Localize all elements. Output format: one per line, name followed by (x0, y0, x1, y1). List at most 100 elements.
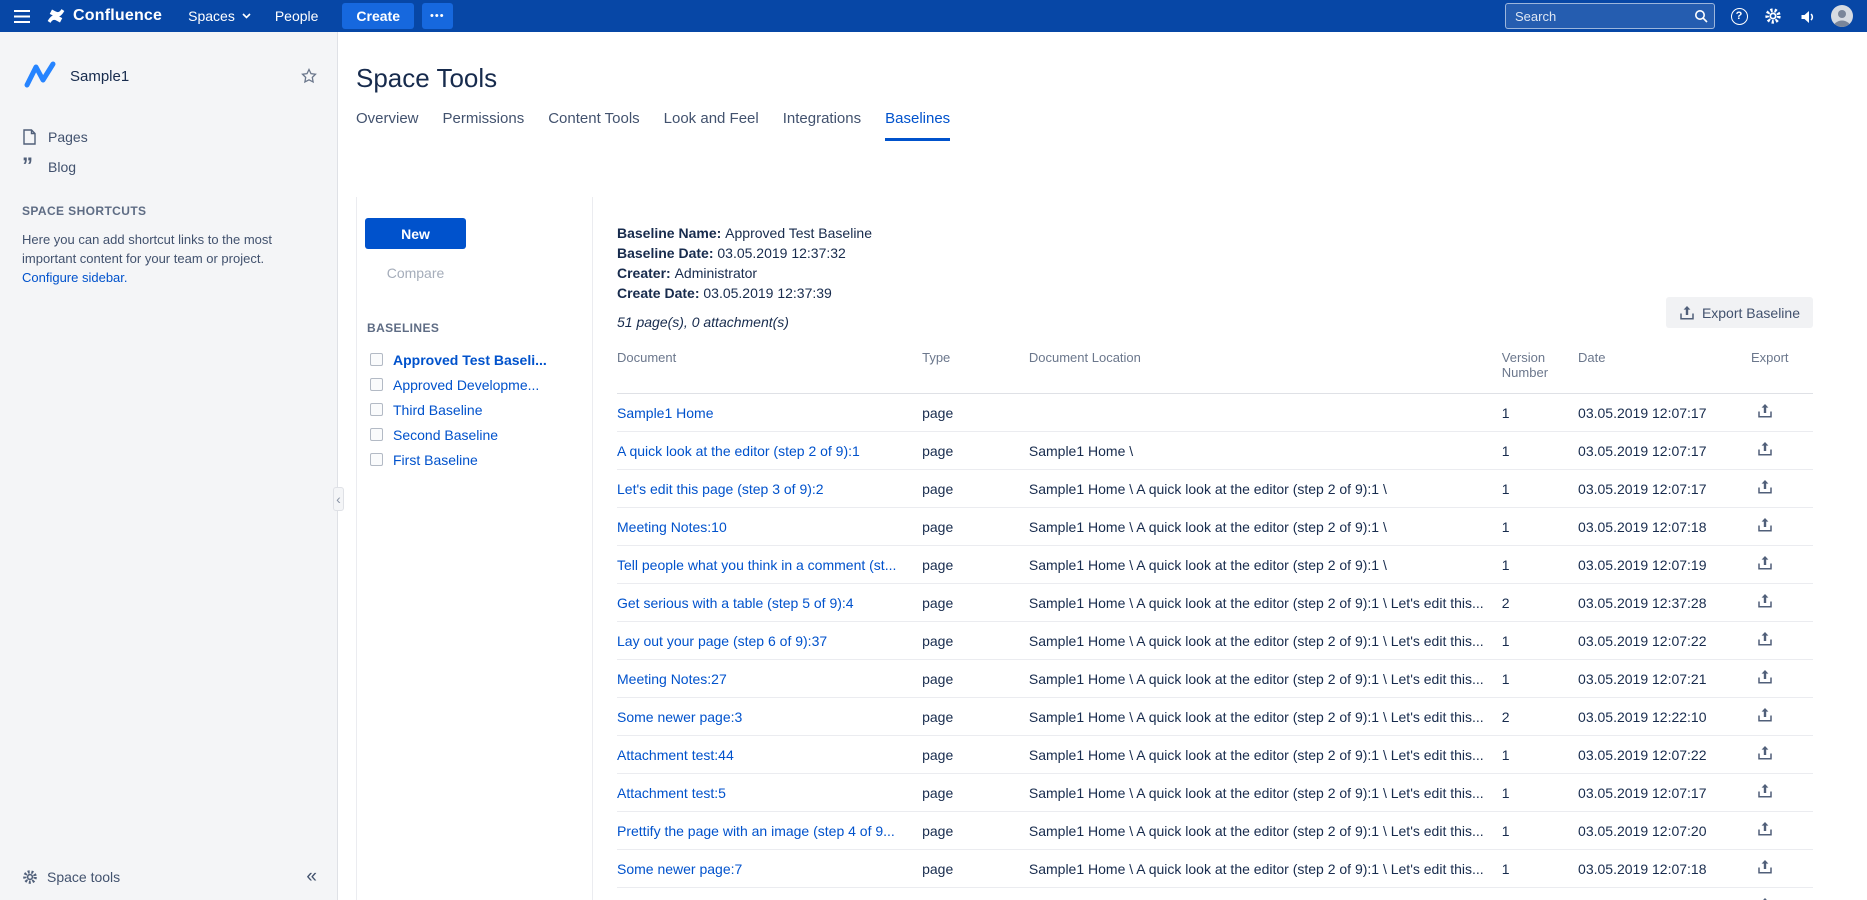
column-header: Version Number (1502, 350, 1578, 394)
export-cell (1751, 508, 1813, 546)
document-link[interactable]: Attachment test:44 (617, 747, 734, 763)
date-cell: 03.05.2019 12:07:20 (1578, 812, 1751, 850)
export-cell (1751, 736, 1813, 774)
sidebar-item-pages[interactable]: Pages (0, 122, 337, 152)
baseline-summary: 51 page(s), 0 attachment(s) (617, 314, 1813, 330)
nav-people[interactable]: People (275, 8, 319, 24)
settings-gear-icon[interactable] (1763, 6, 1783, 26)
type-cell: page (922, 888, 1029, 900)
space-tools-label[interactable]: Space tools (47, 869, 120, 885)
version-cell: 1 (1502, 394, 1578, 432)
document-link[interactable]: A quick look at the editor (step 2 of 9)… (617, 443, 860, 459)
more-button[interactable]: ••• (422, 3, 453, 29)
star-icon[interactable] (301, 68, 317, 84)
row-export-icon[interactable] (1751, 821, 1773, 837)
column-header: Document (617, 350, 922, 394)
version-cell: 1 (1502, 736, 1578, 774)
help-icon[interactable]: ? (1729, 6, 1749, 26)
baselines-panel: New Compare BASELINES Approved Test Base… (356, 197, 593, 900)
space-name[interactable]: Sample1 (70, 68, 129, 85)
create-button[interactable]: Create (342, 3, 414, 29)
sidebar-item-blog[interactable]: ” Blog (0, 152, 337, 182)
version-cell: 1 (1502, 432, 1578, 470)
table-header-row: DocumentTypeDocument LocationVersion Num… (617, 350, 1813, 394)
table-row: Lay out your page (step 6 of 9):37pageSa… (617, 622, 1813, 660)
row-export-icon[interactable] (1751, 745, 1773, 761)
row-export-icon[interactable] (1751, 479, 1773, 495)
nav-spaces[interactable]: Spaces (188, 8, 251, 24)
user-avatar[interactable] (1831, 5, 1853, 27)
row-export-icon[interactable] (1751, 707, 1773, 723)
row-export-icon[interactable] (1751, 555, 1773, 571)
document-link[interactable]: Meeting Notes:10 (617, 519, 727, 535)
document-link[interactable]: Attachment test:5 (617, 785, 726, 801)
tab-overview[interactable]: Overview (356, 110, 419, 141)
confluence-home-link[interactable]: Confluence (46, 6, 162, 26)
document-cell: Tell people what you think in a comment … (617, 546, 922, 584)
document-location-cell: Sample1 Home \ A quick look at the edito… (1029, 774, 1502, 812)
baseline-checkbox[interactable] (370, 378, 383, 391)
tab-integrations[interactable]: Integrations (783, 110, 861, 141)
baseline-link[interactable]: Approved Developme... (393, 377, 539, 393)
row-export-icon[interactable] (1751, 441, 1773, 457)
column-header: Document Location (1029, 350, 1502, 394)
document-link[interactable]: Tell people what you think in a comment … (617, 557, 896, 573)
row-export-icon[interactable] (1751, 859, 1773, 875)
document-link[interactable]: Some newer page:7 (617, 861, 742, 877)
table-row: Some newer page:3pageSample1 Home \ A qu… (617, 698, 1813, 736)
baseline-checkbox[interactable] (370, 353, 383, 366)
nav-people-label: People (275, 8, 319, 24)
space-logo[interactable] (22, 58, 58, 94)
document-link[interactable]: Prettify the page with an image (step 4 … (617, 823, 895, 839)
new-baseline-button[interactable]: New (365, 218, 466, 249)
app-switcher-button[interactable] (12, 8, 32, 25)
date-cell: 03.05.2019 12:07:18 (1578, 850, 1751, 888)
tab-content-tools[interactable]: Content Tools (548, 110, 639, 141)
baseline-list-item: Approved Developme... (365, 372, 592, 397)
baseline-link[interactable]: Third Baseline (393, 402, 483, 418)
baseline-list-item: First Baseline (365, 447, 592, 472)
document-link[interactable]: Get serious with a table (step 5 of 9):4 (617, 595, 854, 611)
document-link[interactable]: Let's edit this page (step 3 of 9):2 (617, 481, 824, 497)
configure-sidebar-link[interactable]: Configure sidebar. (22, 270, 128, 285)
sidebar-resize-handle[interactable]: ‹ (333, 487, 344, 511)
table-row: Meeting Notes:27pageSample1 Home \ A qui… (617, 660, 1813, 698)
table-row: Let's edit this page (step 3 of 9):2page… (617, 470, 1813, 508)
compare-button[interactable]: Compare (365, 265, 466, 281)
space-tools-tabs: Overview Permissions Content Tools Look and… (356, 110, 1867, 141)
space-nav: Pages ” Blog (0, 122, 337, 182)
export-cell (1751, 546, 1813, 584)
row-export-icon[interactable] (1751, 631, 1773, 647)
baseline-info-line: Baseline Date: 03.05.2019 12:37:32 (617, 243, 1813, 263)
baseline-checkbox[interactable] (370, 453, 383, 466)
document-link[interactable]: Meeting Notes:27 (617, 671, 727, 687)
tab-baselines[interactable]: Baselines (885, 110, 950, 141)
table-row: Sample1 Homepage103.05.2019 12:07:17 (617, 394, 1813, 432)
row-export-icon[interactable] (1751, 593, 1773, 609)
row-export-icon[interactable] (1751, 669, 1773, 685)
type-cell: page (922, 660, 1029, 698)
space-tools-gear-icon[interactable] (22, 869, 38, 885)
baseline-info-line: Create Date: 03.05.2019 12:37:39 (617, 283, 1813, 303)
document-link[interactable]: Some newer page:3 (617, 709, 742, 725)
collapse-sidebar-icon[interactable]: « (306, 867, 317, 886)
document-link[interactable]: Sample1 Home (617, 405, 714, 421)
search-input[interactable] (1505, 3, 1715, 29)
baseline-link[interactable]: Second Baseline (393, 427, 498, 443)
document-link[interactable]: Lay out your page (step 6 of 9):37 (617, 633, 827, 649)
tab-permissions[interactable]: Permissions (443, 110, 525, 141)
version-cell: 1 (1502, 850, 1578, 888)
sidebar-footer: Space tools « (0, 855, 337, 900)
export-baseline-button[interactable]: Export Baseline (1666, 297, 1813, 328)
search-icon[interactable] (1694, 9, 1708, 28)
row-export-icon[interactable] (1751, 517, 1773, 533)
baseline-link[interactable]: First Baseline (393, 452, 478, 468)
blog-quote-icon: ” (22, 161, 37, 173)
row-export-icon[interactable] (1751, 403, 1773, 419)
tab-look-and-feel[interactable]: Look and Feel (664, 110, 759, 141)
notifications-icon[interactable] (1797, 6, 1817, 26)
baseline-link[interactable]: Approved Test Baseli... (393, 352, 547, 368)
baseline-checkbox[interactable] (370, 428, 383, 441)
row-export-icon[interactable] (1751, 783, 1773, 799)
baseline-checkbox[interactable] (370, 403, 383, 416)
